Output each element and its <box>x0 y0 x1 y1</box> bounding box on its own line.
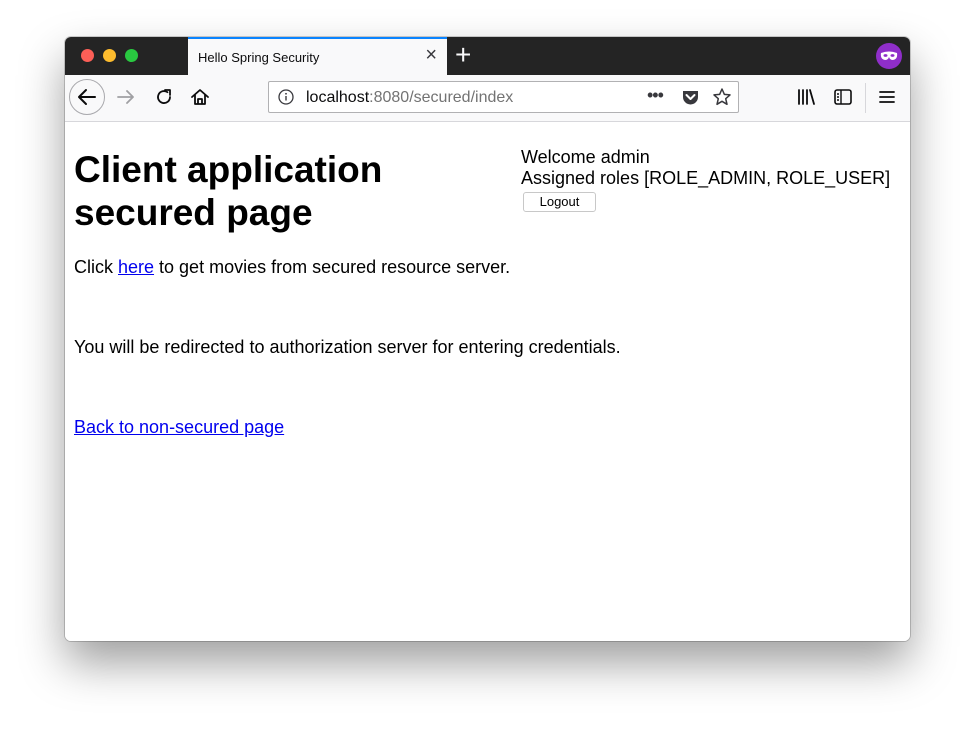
logout-button[interactable]: Logout <box>523 192 596 212</box>
minimize-window-button[interactable] <box>103 49 116 62</box>
library-icon[interactable] <box>796 87 816 107</box>
reload-button[interactable] <box>153 86 175 108</box>
private-browsing-icon <box>876 43 902 69</box>
url-text[interactable]: localhost:8080/secured/index <box>306 89 513 107</box>
back-to-non-secured-link[interactable]: Back to non-secured page <box>74 417 284 437</box>
click-prefix: Click <box>74 257 118 277</box>
forward-icon <box>117 90 134 104</box>
user-info: Welcome admin Assigned roles [ROLE_ADMIN… <box>521 147 890 189</box>
welcome-text: Welcome admin <box>521 147 650 167</box>
movies-instruction: Click here to get movies from secured re… <box>74 257 510 278</box>
tab-hello-spring-security[interactable]: Hello Spring Security × <box>188 37 447 75</box>
back-button[interactable] <box>69 79 105 115</box>
url-host: localhost <box>306 89 370 106</box>
back-paragraph: Back to non-secured page <box>74 417 284 438</box>
roles-text: Assigned roles [ROLE_ADMIN, ROLE_USER] <box>521 168 891 188</box>
menu-icon[interactable] <box>877 87 897 107</box>
movies-link[interactable]: here <box>118 257 154 277</box>
close-window-button[interactable] <box>81 49 94 62</box>
tab-close-icon[interactable]: × <box>425 45 437 65</box>
page-actions-more-icon[interactable]: ••• <box>647 85 664 106</box>
info-icon[interactable] <box>278 89 294 105</box>
url-path: :8080/secured/index <box>369 89 514 106</box>
zoom-window-button[interactable] <box>125 49 138 62</box>
page-content: Client application secured page Welcome … <box>65 122 910 641</box>
redirect-note: You will be redirected to authorization … <box>74 337 621 357</box>
url-bar[interactable]: localhost:8080/secured/index ••• <box>268 81 739 113</box>
toolbar-separator <box>865 83 866 113</box>
browser-window: Hello Spring Security × + localhost:8080… <box>65 37 910 641</box>
sidebar-icon[interactable] <box>833 87 853 107</box>
navigation-toolbar: localhost:8080/secured/index ••• <box>65 75 910 122</box>
page-title: Client application secured page <box>74 149 383 233</box>
new-tab-button[interactable]: + <box>455 39 471 71</box>
back-icon <box>78 89 96 105</box>
home-icon <box>191 89 209 105</box>
forward-button[interactable] <box>115 86 137 108</box>
pocket-icon[interactable] <box>681 89 700 106</box>
bookmark-star-icon[interactable] <box>712 87 732 107</box>
tab-title: Hello Spring Security <box>198 50 320 65</box>
tab-bar: Hello Spring Security × + <box>65 37 910 75</box>
reload-icon <box>157 89 171 104</box>
home-button[interactable] <box>189 86 211 108</box>
click-suffix: to get movies from secured resource serv… <box>154 257 511 277</box>
